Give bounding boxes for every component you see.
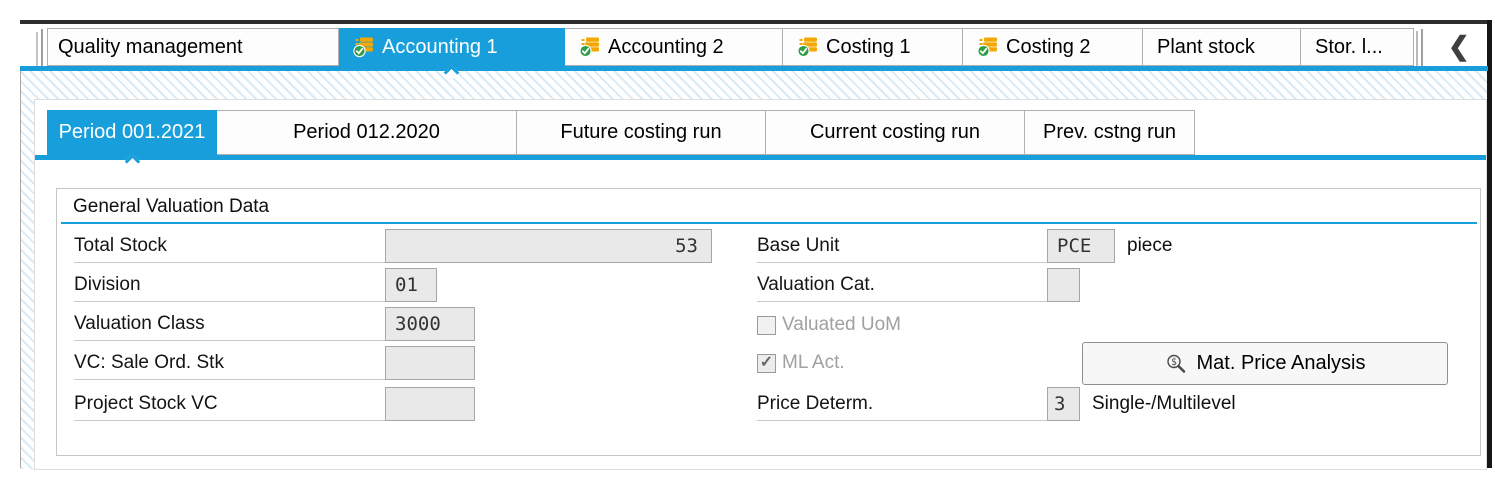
coins-checked-icon bbox=[977, 37, 997, 58]
field-row: Division 01 bbox=[57, 268, 437, 302]
coins-checked-icon bbox=[797, 37, 817, 58]
checkbox-row: Valuated UoM bbox=[757, 311, 901, 339]
subtab-current-costing-run[interactable]: Current costing run bbox=[766, 110, 1025, 155]
button-label: Mat. Price Analysis bbox=[1196, 352, 1366, 374]
groupbox-title-rule bbox=[61, 222, 1477, 224]
tab-quality-management[interactable]: Quality management bbox=[47, 28, 339, 66]
tab-label: Accounting 1 bbox=[382, 35, 498, 58]
division-label: Division bbox=[74, 268, 385, 302]
base-unit-label: Base Unit bbox=[757, 229, 1047, 263]
valuated-uom-group: Valuated UoM bbox=[757, 314, 901, 336]
window-right-border bbox=[1487, 20, 1492, 468]
groupbox-title: General Valuation Data bbox=[73, 196, 270, 217]
tab-accounting-2[interactable]: Accounting 2 bbox=[565, 28, 783, 66]
field-row: VC: Sale Ord. Stk bbox=[57, 346, 475, 380]
coins-checked-icon bbox=[353, 37, 373, 58]
subtab-future-costing-run[interactable]: Future costing run bbox=[517, 110, 766, 155]
vc-sale-ord-stk-label: VC: Sale Ord. Stk bbox=[74, 346, 385, 380]
field-row: Valuation Cat. bbox=[757, 268, 1080, 302]
tab-label: Accounting 2 bbox=[608, 35, 724, 58]
valuated-uom-label: Valuated UoM bbox=[782, 314, 901, 335]
tab-accounting-1[interactable]: Accounting 1 bbox=[339, 28, 565, 66]
vc-sale-ord-stk-field[interactable] bbox=[385, 346, 475, 380]
subtab-label: Prev. cstng run bbox=[1042, 121, 1177, 143]
subtab-label: Current costing run bbox=[809, 121, 981, 143]
main-tab-underline bbox=[20, 66, 1488, 71]
price-magnifier-icon: $ bbox=[1166, 354, 1185, 373]
price-determ-description: Single-/Multilevel bbox=[1092, 393, 1236, 414]
valuation-cat-label: Valuation Cat. bbox=[757, 268, 1047, 302]
ml-act-checkbox[interactable]: ✓ bbox=[757, 353, 776, 373]
tab-label: Quality management bbox=[58, 35, 243, 58]
project-stock-vc-label: Project Stock VC bbox=[74, 387, 385, 421]
valuated-uom-checkbox[interactable] bbox=[757, 315, 776, 335]
tab-plant-stock[interactable]: Plant stock bbox=[1143, 28, 1301, 66]
period-subtabstrip: Period 001.2021 Period 012.2020 Future c… bbox=[47, 110, 1195, 155]
ml-act-label: ML Act. bbox=[782, 352, 845, 373]
base-unit-field[interactable]: PCE bbox=[1047, 229, 1115, 263]
subtab-period-012-2020[interactable]: Period 012.2020 bbox=[217, 110, 517, 155]
valuation-class-label: Valuation Class bbox=[74, 307, 385, 341]
field-row: Base Unit PCE piece bbox=[757, 229, 1172, 263]
mat-price-analysis-button[interactable]: $ Mat. Price Analysis bbox=[1082, 342, 1448, 385]
sub-tab-underline bbox=[35, 155, 1486, 160]
window-top-border bbox=[20, 20, 1490, 24]
field-row: Price Determ. 3 Single-/Multilevel bbox=[757, 387, 1236, 421]
sap-material-master-screen: Quality management Accounting 1 Accounti… bbox=[0, 0, 1512, 485]
field-row: Total Stock 53 bbox=[57, 229, 712, 263]
ml-act-group: ✓ ML Act. bbox=[757, 352, 845, 374]
tabstrip-stack-edge-right bbox=[1416, 31, 1418, 66]
total-stock-field[interactable]: 53 bbox=[385, 229, 712, 263]
tab-label: Costing 2 bbox=[1006, 35, 1091, 58]
tabstrip-stack-edge-right bbox=[1421, 29, 1423, 66]
tab-label: Stor. l... bbox=[1315, 35, 1383, 58]
subtab-label: Period 001.2021 bbox=[58, 121, 206, 143]
svg-text:$: $ bbox=[1171, 357, 1177, 368]
field-row: Project Stock VC bbox=[57, 387, 475, 421]
field-row: Valuation Class 3000 bbox=[57, 307, 475, 341]
subtab-period-001-2021[interactable]: Period 001.2021 bbox=[47, 110, 217, 155]
subtab-label: Future costing run bbox=[560, 121, 722, 143]
general-valuation-data-groupbox: General Valuation Data Total Stock 53 Di… bbox=[56, 188, 1481, 456]
subtab-label: Period 012.2020 bbox=[293, 121, 440, 143]
tab-storage-location[interactable]: Stor. l... bbox=[1301, 28, 1414, 66]
tab-scroll-left-icon[interactable]: ❮ bbox=[1448, 33, 1470, 59]
project-stock-vc-field[interactable] bbox=[385, 387, 475, 421]
division-field[interactable]: 01 bbox=[385, 268, 437, 302]
tabstrip-stack-edge-left bbox=[41, 29, 43, 66]
accounting1-view-panel: Period 001.2021 Period 012.2020 Future c… bbox=[34, 99, 1487, 470]
tabstrip-stack-edge-left bbox=[36, 32, 38, 66]
tab-costing-1[interactable]: Costing 1 bbox=[783, 28, 963, 66]
valuation-class-field[interactable]: 3000 bbox=[385, 307, 475, 341]
total-stock-label: Total Stock bbox=[74, 229, 385, 263]
tab-costing-2[interactable]: Costing 2 bbox=[963, 28, 1143, 66]
price-determ-field[interactable]: 3 bbox=[1047, 387, 1080, 421]
subtab-prev-cstng-run[interactable]: Prev. cstng run bbox=[1025, 110, 1195, 155]
valuation-cat-field[interactable] bbox=[1047, 268, 1080, 302]
base-unit-description: piece bbox=[1127, 235, 1173, 256]
price-determ-label: Price Determ. bbox=[757, 387, 1047, 421]
tab-label: Costing 1 bbox=[826, 35, 911, 58]
coins-checked-icon bbox=[579, 37, 599, 58]
tab-label: Plant stock bbox=[1157, 35, 1255, 58]
main-tabstrip: Quality management Accounting 1 Accounti… bbox=[47, 28, 1414, 66]
checkbox-row: ✓ ML Act. bbox=[757, 349, 845, 377]
